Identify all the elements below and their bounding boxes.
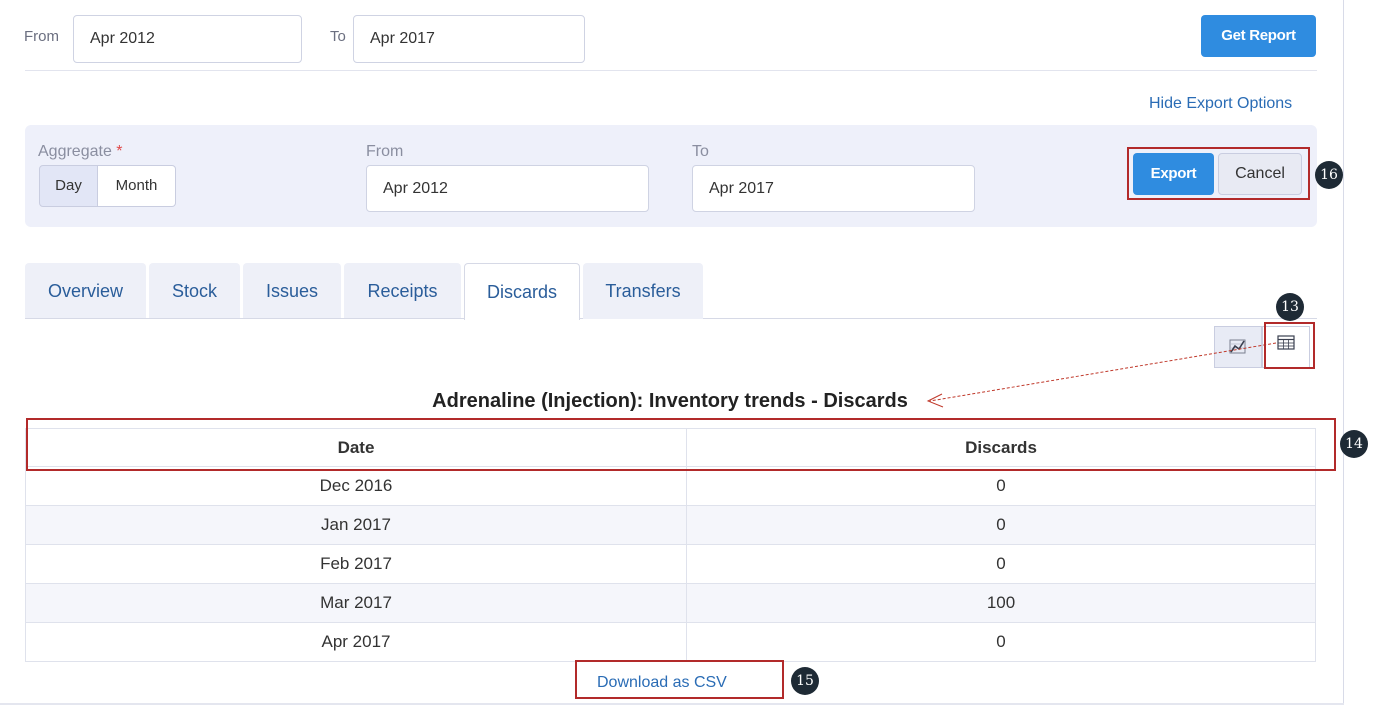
cell-discards: 100 — [686, 583, 1316, 623]
aggregate-label: Aggregate * — [38, 143, 123, 160]
export-from-label: From — [366, 143, 404, 160]
cell-date: Jan 2017 — [25, 505, 687, 545]
cell-discards: 0 — [686, 544, 1316, 584]
filter-from-label: From — [24, 28, 59, 45]
table-row: Feb 2017 0 — [25, 544, 1316, 584]
cell-discards: 0 — [686, 505, 1316, 545]
filter-from-input[interactable]: Apr 2012 — [73, 15, 302, 63]
table-title: Adrenaline (Injection): Inventory trends… — [432, 390, 908, 412]
tab-discards[interactable]: Discards — [464, 263, 580, 320]
callout-box-table-header — [26, 418, 1336, 471]
export-to-input[interactable]: Apr 2017 — [692, 165, 975, 212]
callout-badge-13: 13 — [1276, 293, 1304, 321]
callout-badge-14: 14 — [1340, 430, 1368, 458]
cell-date: Dec 2016 — [25, 466, 687, 506]
callout-box-export — [1127, 147, 1310, 200]
export-from-input[interactable]: Apr 2012 — [366, 165, 649, 212]
cell-date: Mar 2017 — [25, 583, 687, 623]
table-row: Apr 2017 0 — [25, 622, 1316, 662]
aggregate-day-toggle[interactable]: Day — [39, 165, 98, 207]
cell-date: Feb 2017 — [25, 544, 687, 584]
chart-view-button[interactable] — [1214, 326, 1262, 368]
page: From Apr 2012 To Apr 2017 Get Report Hid… — [0, 0, 1387, 718]
table-row: Mar 2017 100 — [25, 583, 1316, 623]
table-row: Dec 2016 0 — [25, 466, 1316, 506]
filter-to-input[interactable]: Apr 2017 — [353, 15, 585, 63]
required-mark: * — [116, 143, 123, 160]
tab-stock[interactable]: Stock — [149, 263, 240, 319]
get-report-button[interactable]: Get Report — [1201, 15, 1316, 57]
cell-discards: 0 — [686, 622, 1316, 662]
export-to-label: To — [692, 143, 709, 160]
filter-to-label: To — [330, 28, 346, 45]
callout-badge-15: 15 — [791, 667, 819, 695]
callout-box-table-view — [1264, 322, 1315, 369]
right-border — [1343, 0, 1344, 705]
callout-badge-16: 16 — [1315, 161, 1343, 189]
cell-date: Apr 2017 — [25, 622, 687, 662]
tab-transfers[interactable]: Transfers — [583, 263, 703, 319]
tab-receipts[interactable]: Receipts — [344, 263, 461, 319]
export-options-panel — [25, 125, 1317, 227]
aggregate-month-toggle[interactable]: Month — [98, 165, 176, 207]
hide-export-options-link[interactable]: Hide Export Options — [1149, 95, 1292, 113]
cell-discards: 0 — [686, 466, 1316, 506]
chart-icon — [1229, 339, 1246, 354]
divider — [25, 70, 1317, 71]
table-row: Jan 2017 0 — [25, 505, 1316, 545]
tab-overview[interactable]: Overview — [25, 263, 146, 319]
bottom-border — [0, 703, 1344, 705]
callout-box-download — [575, 660, 784, 699]
tab-issues[interactable]: Issues — [243, 263, 341, 319]
